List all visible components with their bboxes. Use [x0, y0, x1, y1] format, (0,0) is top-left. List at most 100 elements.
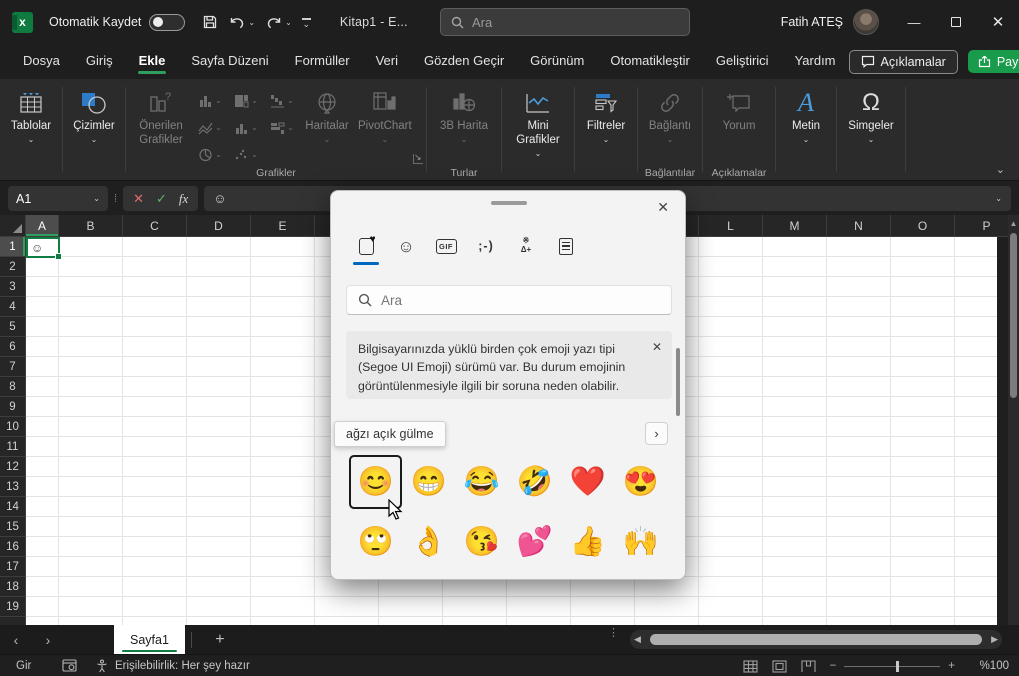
- column-header-D[interactable]: D: [187, 215, 251, 236]
- emoji-item[interactable]: 💕: [508, 515, 561, 569]
- row-header-3[interactable]: 3: [0, 277, 25, 297]
- column-header-L[interactable]: L: [699, 215, 763, 236]
- column-header-E[interactable]: E: [251, 215, 315, 236]
- ribbon-tab-dosya[interactable]: Dosya: [10, 46, 73, 77]
- titlebar-search[interactable]: [440, 8, 690, 36]
- emoji-search-input[interactable]: [381, 293, 641, 308]
- active-cell-a1[interactable]: ☺: [26, 237, 60, 258]
- row-header-16[interactable]: 16: [0, 537, 25, 557]
- drag-handle[interactable]: [491, 201, 527, 205]
- new-comment-button[interactable]: Yorum: [712, 82, 766, 134]
- zoom-slider-thumb[interactable]: [896, 661, 899, 672]
- ribbon-tab-giriş[interactable]: Giriş: [73, 46, 126, 77]
- ribbon-tab-sayfa-düzeni[interactable]: Sayfa Düzeni: [178, 46, 281, 77]
- cancel-icon[interactable]: ✕: [133, 191, 144, 207]
- ribbon-tab-görünüm[interactable]: Görünüm: [517, 46, 597, 77]
- emoji-item[interactable]: 👍: [561, 515, 614, 569]
- panel-scroll-thumb[interactable]: [676, 348, 680, 416]
- scroll-up-icon[interactable]: ▲: [1008, 215, 1019, 228]
- name-box[interactable]: A1 ⌄: [8, 186, 108, 211]
- pie-chart-icon[interactable]: ⌄: [198, 148, 222, 162]
- page-layout-view-icon[interactable]: [772, 660, 787, 673]
- row-header-2[interactable]: 2: [0, 257, 25, 277]
- emoji-item[interactable]: 😂: [455, 455, 508, 509]
- column-header-O[interactable]: O: [891, 215, 955, 236]
- funnel-chart-icon[interactable]: ⌄: [270, 121, 294, 135]
- column-header-M[interactable]: M: [763, 215, 827, 236]
- ribbon-tab-geliştirici[interactable]: Geliştirici: [703, 46, 782, 77]
- column-header-N[interactable]: N: [827, 215, 891, 236]
- scatter-chart-icon[interactable]: ⌄: [234, 148, 258, 162]
- add-sheet-button[interactable]: +: [206, 631, 234, 649]
- comments-button[interactable]: Açıklamalar: [849, 50, 958, 74]
- horizontal-scrollbar[interactable]: ◀ ▶: [630, 630, 1002, 649]
- ribbon-tab-yardım[interactable]: Yardım: [782, 46, 849, 77]
- tab-recent[interactable]: [346, 231, 386, 261]
- column-header-C[interactable]: C: [123, 215, 187, 236]
- zoom-level[interactable]: %100: [969, 660, 1009, 672]
- normal-view-icon[interactable]: [743, 660, 758, 673]
- treemap-chart-icon[interactable]: ⌄: [234, 94, 258, 108]
- charts-dialog-launcher-icon[interactable]: ↘: [413, 154, 423, 164]
- pivotchart-button[interactable]: PivotChart ⌄: [354, 82, 416, 144]
- row-header-17[interactable]: 17: [0, 557, 25, 577]
- column-header-B[interactable]: B: [59, 215, 123, 236]
- tab-kaomoji[interactable]: ;-): [466, 231, 506, 261]
- enter-icon[interactable]: ✓: [156, 191, 167, 207]
- column-chart-icon[interactable]: ⌄: [198, 94, 222, 108]
- sparklines-button[interactable]: Mini Grafikler ⌄: [506, 82, 570, 158]
- emoji-search[interactable]: [346, 285, 672, 315]
- histogram-chart-icon[interactable]: ⌄: [234, 121, 258, 135]
- titlebar-search-input[interactable]: [472, 15, 652, 30]
- save-icon[interactable]: [199, 10, 221, 34]
- customize-qat-icon[interactable]: ⌄: [299, 14, 314, 29]
- scroll-right-icon[interactable]: ▶: [986, 634, 998, 645]
- page-break-view-icon[interactable]: [801, 660, 816, 673]
- zoom-in-button[interactable]: +: [948, 660, 955, 672]
- row-header-18[interactable]: 18: [0, 577, 25, 597]
- illustrations-button[interactable]: Çizimler ⌄: [67, 82, 121, 144]
- column-header-A[interactable]: A: [26, 215, 59, 236]
- horizontal-scroll-thumb[interactable]: [650, 634, 982, 645]
- accessibility-status[interactable]: Erişilebilirlik: Her şey hazır: [95, 659, 250, 673]
- map3d-button[interactable]: 3B Harita ⌄: [436, 82, 492, 144]
- insert-function-icon[interactable]: fx: [179, 191, 188, 207]
- row-header-14[interactable]: 14: [0, 497, 25, 517]
- emoji-item[interactable]: 😍: [614, 455, 667, 509]
- emoji-item[interactable]: 😁: [402, 455, 455, 509]
- redo-caret-icon[interactable]: ⌄: [285, 18, 292, 27]
- emoji-item[interactable]: 🙌: [614, 515, 667, 569]
- row-header-6[interactable]: 6: [0, 337, 25, 357]
- row-header-7[interactable]: 7: [0, 357, 25, 377]
- tab-scroll-grip[interactable]: ⋮: [608, 631, 619, 636]
- ribbon-tab-formüller[interactable]: Formüller: [282, 46, 363, 77]
- line-chart-icon[interactable]: ⌄: [198, 121, 222, 135]
- close-button[interactable]: ✕: [977, 0, 1019, 44]
- row-header-12[interactable]: 12: [0, 457, 25, 477]
- ribbon-tab-gözden-geçir[interactable]: Gözden Geçir: [411, 46, 517, 77]
- filters-button[interactable]: Filtreler ⌄: [579, 82, 633, 144]
- share-button[interactable]: Paylaş ⌄: [968, 50, 1019, 73]
- column-header-P[interactable]: P: [955, 215, 1008, 236]
- expand-row-button[interactable]: ›: [645, 422, 668, 445]
- emoji-item[interactable]: 🤣: [508, 455, 561, 509]
- vertical-scrollbar[interactable]: ▲: [1008, 215, 1019, 625]
- link-button[interactable]: Bağlantı ⌄: [643, 82, 697, 144]
- row-header-5[interactable]: 5: [0, 317, 25, 337]
- sheet-tab-sayfa1[interactable]: Sayfa1: [114, 625, 185, 654]
- row-header-19[interactable]: 19: [0, 597, 25, 617]
- select-all-button[interactable]: [0, 215, 26, 237]
- user-name[interactable]: Fatih ATEŞ: [781, 15, 843, 29]
- tab-clipboard[interactable]: [546, 231, 586, 261]
- row-header-4[interactable]: 4: [0, 297, 25, 317]
- emoji-item[interactable]: ❤️: [561, 455, 614, 509]
- emoji-item[interactable]: 🙄: [349, 515, 402, 569]
- prev-sheet-icon[interactable]: ‹: [0, 632, 32, 648]
- tables-button[interactable]: Tablolar ⌄: [4, 82, 58, 144]
- symbols-button[interactable]: Ω Simgeler ⌄: [844, 82, 898, 144]
- panel-close-icon[interactable]: ✕: [653, 197, 673, 218]
- avatar[interactable]: [853, 9, 879, 35]
- row-header-11[interactable]: 11: [0, 437, 25, 457]
- maximize-button[interactable]: [935, 0, 977, 44]
- ribbon-tab-veri[interactable]: Veri: [363, 46, 411, 77]
